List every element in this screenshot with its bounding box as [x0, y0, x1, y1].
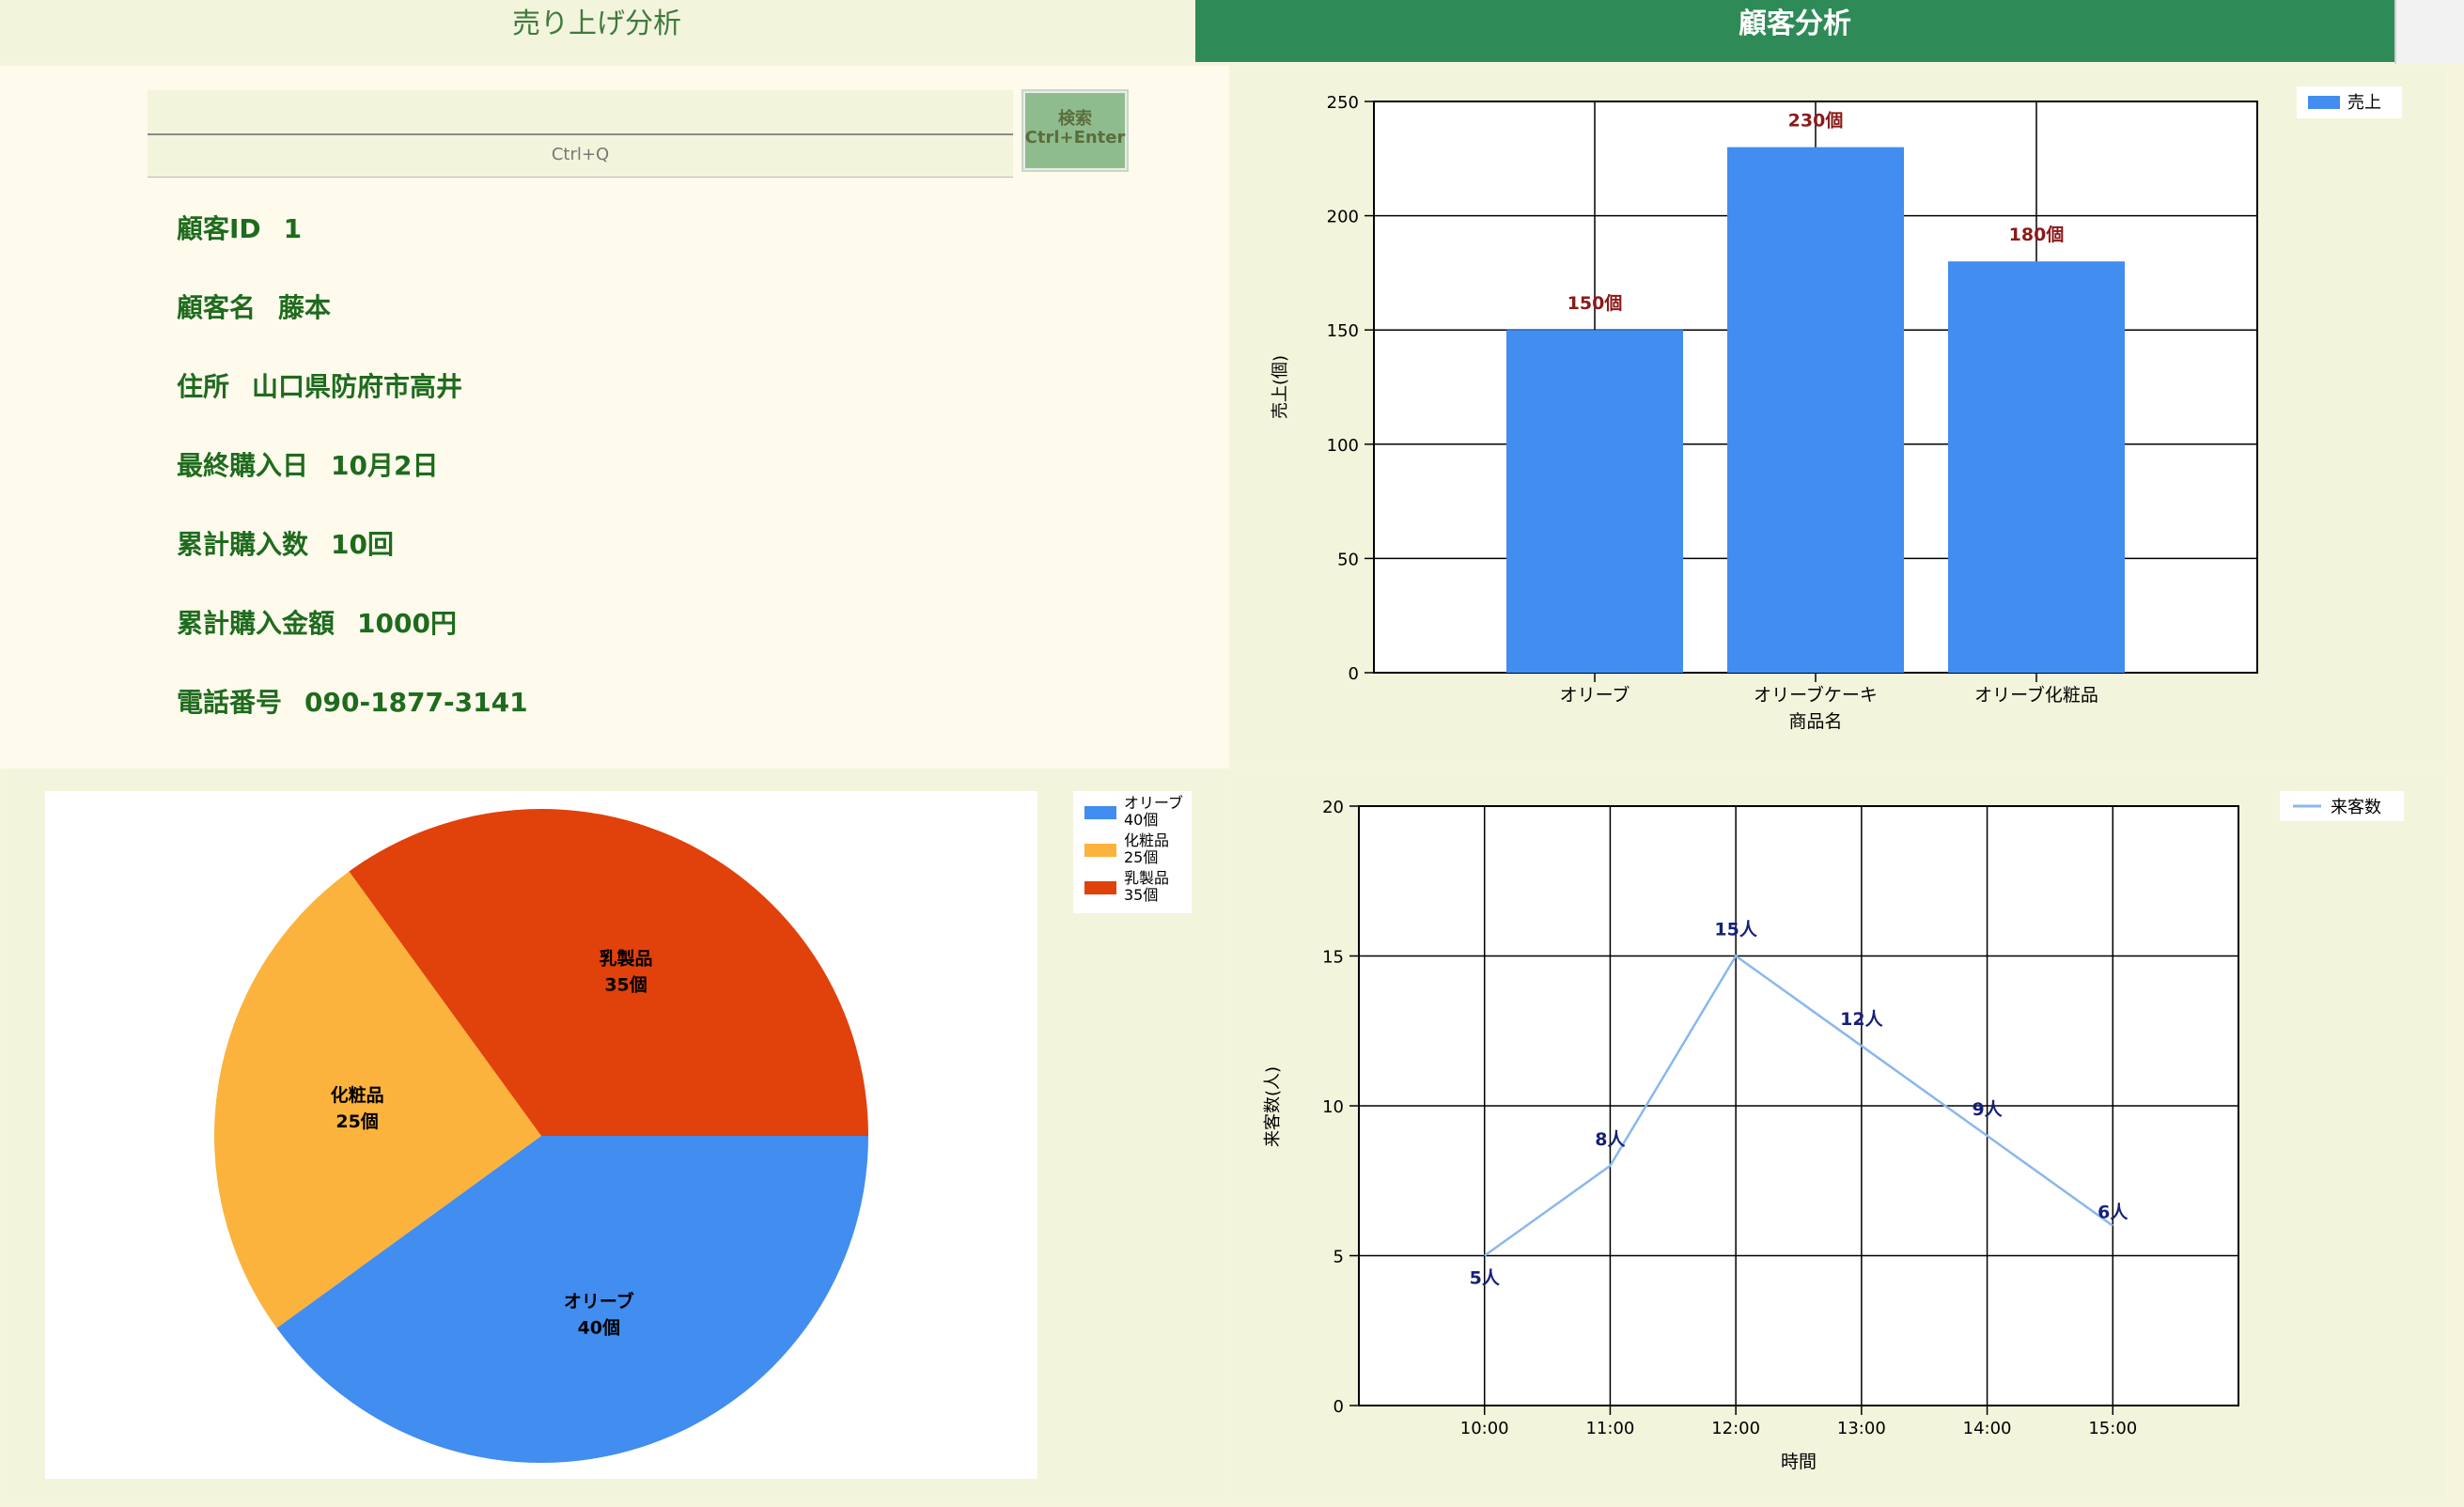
line-data-label: 12人 [1840, 1009, 1883, 1030]
bar-1 [1506, 330, 1683, 673]
visitor-line-chart-panel: 0 5 10 15 20 10:00 11:00 12:00 13:00 14:00 15:00 … [1231, 769, 2443, 1503]
customer-name-value: 藤本 [278, 292, 332, 323]
line-x-tick-label: 13:00 [1837, 1419, 1886, 1438]
purchase-count-value: 10回 [331, 529, 394, 560]
phone-label: 電話番号 [177, 687, 283, 718]
bar-y-tick-label: 0 [1349, 664, 1359, 684]
bar-2 [1727, 147, 1904, 673]
line-x-tick-label: 12:00 [1711, 1419, 1760, 1438]
search-box: Ctrl+Q [148, 90, 1013, 178]
last-purchase-row: 最終購入日 10月2日 [177, 445, 528, 524]
bar-y-tick-label: 100 [1327, 436, 1359, 456]
bar-x-tick-label: オリーブ [1560, 684, 1630, 706]
customer-address-label: 住所 [177, 371, 230, 402]
pie-slice-value: 35個 [604, 974, 647, 995]
purchase-count-row: 累計購入数 10回 [177, 524, 528, 603]
customer-name-row: 顧客名 藤本 [177, 287, 528, 366]
line-y-axis-title: 来客数(人) [1263, 1066, 1283, 1147]
bar-3 [1948, 261, 2125, 673]
customer-id-label: 顧客ID [177, 213, 261, 244]
line-x-tick-label: 14:00 [1963, 1419, 2012, 1438]
pie-legend-value: 25個 [1124, 848, 1158, 866]
pie-slice-value: 25個 [335, 1111, 378, 1132]
customer-address-value: 山口県防府市高井 [252, 371, 463, 402]
line-data-label: 9人 [1972, 1099, 2003, 1120]
search-input[interactable] [148, 90, 1013, 135]
search-button-shortcut: Ctrl+Enter [1024, 128, 1126, 148]
sales-bar-chart: 150個 230個 180個 0 50 100 150 200 250 オリーブ オリーブケーキ… [1271, 86, 2402, 732]
search-button-label: 検索 [1058, 109, 1092, 129]
bar-x-tick-label: オリーブ化粧品 [1974, 684, 2098, 706]
line-x-tick-label: 11:00 [1585, 1419, 1634, 1438]
line-data-label: 6人 [2098, 1203, 2129, 1223]
last-purchase-value: 10月2日 [331, 450, 439, 481]
customer-id-row: 顧客ID 1 [177, 209, 528, 287]
line-data-label: 15人 [1714, 920, 1757, 940]
line-y-tick-label: 5 [1333, 1248, 1344, 1267]
line-y-tick-label: 0 [1333, 1397, 1344, 1417]
tab-customer-analysis[interactable]: 顧客分析 [1195, 0, 2394, 62]
pie-legend-label: オリーブ [1124, 794, 1183, 812]
pie-slice-label: 乳製品 [600, 947, 653, 969]
pie-legend-swatch [1084, 806, 1116, 819]
bar-y-axis-title: 売上(個) [1271, 355, 1290, 419]
customer-info-panel: Ctrl+Q 検索 Ctrl+Enter 顧客ID 1 顧客名 藤本 住所 山口県防府… [0, 66, 1229, 769]
customer-details: 顧客ID 1 顧客名 藤本 住所 山口県防府市高井 最終購入日 10月2日 累計購入数 1… [177, 209, 528, 761]
pie-legend-label: 化粧品 [1124, 831, 1169, 849]
bar-x-axis-title: 商品名 [1788, 711, 1842, 732]
tab-bar: 売り上げ分析 顧客分析 [0, 0, 2464, 64]
category-pie-chart: オリーブ40個化粧品25個乳製品35個 オリーブ40個化粧品25個乳製品35個 [45, 791, 1192, 1479]
line-y-tick-label: 10 [1322, 1097, 1344, 1117]
line-data-label: 5人 [1470, 1268, 1501, 1289]
pie-legend-value: 40個 [1124, 811, 1158, 829]
sales-bar-chart-panel: 150個 230個 180個 0 50 100 150 200 250 オリーブ オリーブケーキ… [1231, 66, 2443, 763]
last-purchase-label: 最終購入日 [177, 450, 309, 481]
customer-address-row: 住所 山口県防府市高井 [177, 366, 528, 445]
bar-data-label: 230個 [1788, 111, 1844, 132]
pie-legend-label: 乳製品 [1124, 869, 1169, 887]
phone-value: 090-1877-3141 [304, 687, 528, 718]
line-x-axis-title: 時間 [1781, 1452, 1817, 1472]
bar-y-tick-label: 50 [1337, 550, 1359, 569]
bar-y-tick-label: 250 [1327, 93, 1359, 113]
customer-id-value: 1 [283, 213, 303, 244]
pie-legend-swatch [1084, 844, 1116, 857]
purchase-total-row: 累計購入金額 1000円 [177, 603, 528, 682]
tab-bar-edge [2394, 0, 2464, 64]
category-pie-chart-panel: オリーブ 40個 化粧品 25個 乳製品 35個 オリーブ 40個 化粧品 25個 乳製品 35個 [8, 770, 1229, 1503]
customer-name-label: 顧客名 [177, 292, 257, 323]
line-y-tick-label: 20 [1322, 798, 1344, 817]
search-button[interactable]: 検索 Ctrl+Enter [1021, 89, 1129, 172]
line-x-tick-label: 10:00 [1460, 1419, 1509, 1438]
line-y-tick-label: 15 [1322, 948, 1344, 968]
phone-row: 電話番号 090-1877-3141 [177, 682, 528, 761]
search-shortcut-hint: Ctrl+Q [551, 145, 610, 164]
bar-legend-swatch [2308, 96, 2340, 109]
bar-legend-label: 売上 [2347, 93, 2381, 113]
pie-slice-label: 化粧品 [331, 1084, 384, 1106]
pie-slice-value: 40個 [578, 1318, 620, 1339]
bar-y-tick-label: 200 [1327, 208, 1359, 227]
visitor-line-chart: 05101520 10:00 11:00 12:00 13:00 14:00 15:00 … [1263, 791, 2404, 1472]
line-legend-label: 来客数 [2331, 798, 2381, 817]
bar-x-tick-label: オリーブケーキ [1754, 684, 1878, 706]
line-x-tick-label: 15:00 [2088, 1419, 2137, 1438]
purchase-total-label: 累計購入金額 [177, 608, 335, 639]
pie-legend-value: 35個 [1124, 886, 1158, 904]
pie-legend-swatch [1084, 881, 1116, 894]
bar-data-label: 180個 [2009, 225, 2065, 245]
bar-y-tick-label: 150 [1327, 321, 1359, 341]
line-data-label: 8人 [1595, 1129, 1626, 1150]
purchase-total-value: 1000円 [357, 608, 457, 639]
tab-sales-analysis[interactable]: 売り上げ分析 [0, 0, 1193, 62]
pie-slice-label: オリーブ [564, 1291, 634, 1313]
purchase-count-label: 累計購入数 [177, 529, 309, 560]
bar-data-label: 150個 [1567, 293, 1623, 314]
